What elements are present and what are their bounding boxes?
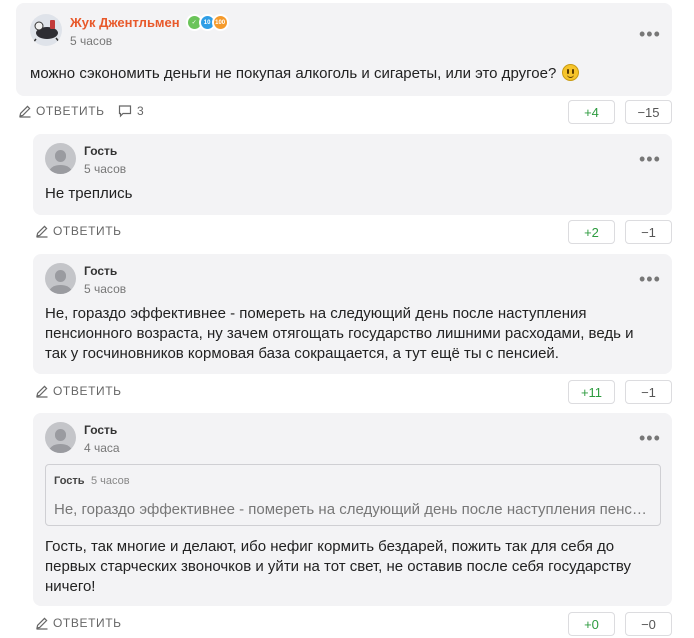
comment-author[interactable]: Жук Джентльмен <box>70 15 180 31</box>
downvote-button[interactable]: −1 <box>625 380 672 404</box>
reply-card: Гость 5 часов ••• Не, гораздо эффективне… <box>33 254 672 374</box>
comment-author[interactable]: Гость <box>84 143 126 159</box>
comment-text: можно сэкономить деньги не покупая алког… <box>30 64 660 84</box>
quote-time: 5 часов <box>91 475 130 487</box>
upvote-button[interactable]: +4 <box>568 100 615 124</box>
replies-count: 3 <box>137 104 144 118</box>
pencil-icon <box>36 385 48 398</box>
quoted-comment[interactable]: Гость 5 часов Не, гораздо эффективнее - … <box>45 464 661 526</box>
reply-button[interactable]: ОТВЕТИТЬ <box>35 224 122 238</box>
reply-card: Гость 5 часов ••• Не треплись <box>33 134 672 215</box>
avatar[interactable] <box>45 422 76 453</box>
more-dots-icon[interactable]: ••• <box>639 270 661 288</box>
reply-button[interactable]: ОТВЕТИТЬ <box>35 616 122 630</box>
avatar[interactable] <box>30 14 62 46</box>
smiley-emoji-icon <box>562 64 580 81</box>
comment-text: Не, гораздо эффективнее - помереть на сл… <box>45 305 634 362</box>
reply-label: ОТВЕТИТЬ <box>53 224 122 238</box>
reply-label: ОТВЕТИТЬ <box>53 384 122 398</box>
replies-count-button[interactable]: 3 <box>118 104 144 118</box>
downvote-button[interactable]: −1 <box>625 220 672 244</box>
reply-button[interactable]: ОТВЕТИТЬ <box>35 384 122 398</box>
upvote-button[interactable]: +11 <box>568 380 615 404</box>
upvote-button[interactable]: +0 <box>568 612 615 636</box>
comment-time: 5 часов <box>84 282 127 296</box>
comment-author[interactable]: Гость <box>84 263 126 279</box>
reply-button[interactable]: ОТВЕТИТЬ <box>18 104 105 118</box>
downvote-button[interactable]: −15 <box>625 100 672 124</box>
more-dots-icon[interactable]: ••• <box>639 150 661 168</box>
quote-author: Гость <box>54 475 85 487</box>
pencil-icon <box>36 617 48 630</box>
comment-author[interactable]: Гость <box>84 422 120 438</box>
level-badge-icon: 100 <box>211 14 229 31</box>
downvote-button[interactable]: −0 <box>625 612 672 636</box>
user-badges: ✓ 10 100 <box>185 14 229 31</box>
bug-avatar-icon <box>31 20 61 45</box>
avatar[interactable] <box>45 143 76 174</box>
reply-card: Гость 4 часа ••• Гость 5 часов Не, гораз… <box>33 413 672 606</box>
comment-text-content: можно сэкономить деньги не покупая алког… <box>30 65 557 82</box>
reply-label: ОТВЕТИТЬ <box>53 616 122 630</box>
more-dots-icon[interactable]: ••• <box>639 429 661 447</box>
speech-bubble-icon <box>118 105 132 118</box>
quote-text: Не, гораздо эффективнее - помереть на сл… <box>54 501 654 518</box>
comment-card: Жук Джентльмен ✓ 10 100 5 часов ••• можн… <box>16 3 672 96</box>
upvote-button[interactable]: +2 <box>568 220 615 244</box>
pencil-icon <box>19 105 31 118</box>
comment-text: Гость, так многие и делают, ибо нефиг ко… <box>45 538 632 595</box>
avatar[interactable] <box>45 263 76 294</box>
comment-time: 5 часов <box>84 162 127 176</box>
pencil-icon <box>36 225 48 238</box>
reply-label: ОТВЕТИТЬ <box>36 104 105 118</box>
comment-time: 5 часов <box>70 34 113 48</box>
comment-time: 4 часа <box>84 441 120 455</box>
comment-text: Не треплись <box>45 185 133 202</box>
more-dots-icon[interactable]: ••• <box>639 25 661 43</box>
